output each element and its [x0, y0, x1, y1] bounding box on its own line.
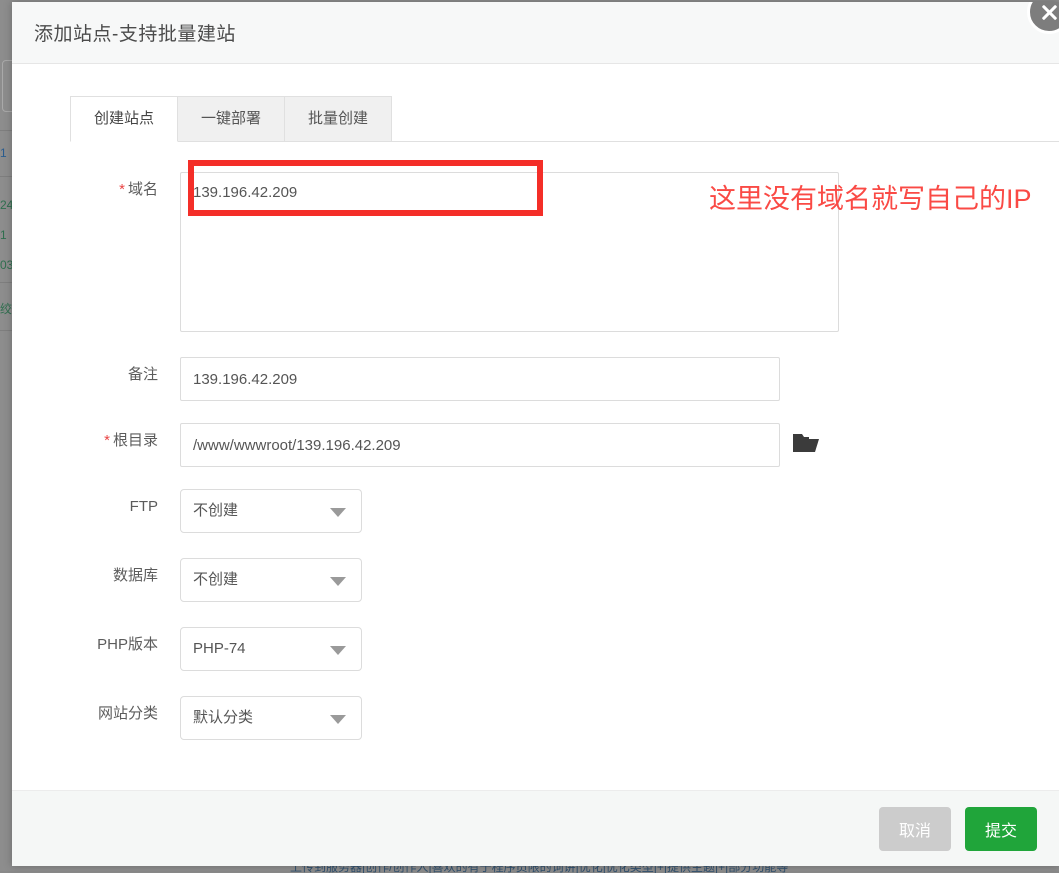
- database-select[interactable]: 不创建: [180, 558, 362, 602]
- tab-batch-create[interactable]: 批量创建: [285, 96, 393, 142]
- ftp-select-value: 不创建: [193, 502, 239, 519]
- background-divider: [0, 130, 12, 131]
- background-left-strip: 1 24 1 03 绞: [0, 0, 12, 871]
- form-row-site-category: 网站分类 默认分类: [12, 696, 1059, 743]
- ftp-select[interactable]: 不创建: [180, 489, 362, 533]
- domain-label: * 域名: [12, 172, 180, 208]
- chevron-down-icon: [330, 715, 346, 724]
- site-category-select-value: 默认分类: [193, 709, 254, 726]
- php-version-label: PHP版本: [97, 636, 158, 653]
- database-field: 不创建: [180, 558, 1059, 605]
- submit-button[interactable]: 提交: [964, 806, 1037, 851]
- dialog-footer: 取消 提交: [12, 790, 1059, 866]
- remark-field: [180, 357, 1059, 401]
- domain-field: [180, 172, 1059, 335]
- form-row-root-dir: * 根目录: [12, 423, 1059, 467]
- root-dir-input[interactable]: [180, 423, 780, 467]
- add-site-dialog: 添加站点-支持批量建站 创建站点 一键部署 批量创建 *域名 备注 *根目录: [12, 2, 1059, 866]
- form-row-domain: * 域名: [12, 172, 1059, 335]
- remark-input[interactable]: [180, 357, 780, 401]
- required-asterisk: *: [104, 432, 110, 449]
- required-asterisk: *: [119, 181, 125, 198]
- root-dir-label: * 根目录: [12, 423, 180, 459]
- tab-bar: 创建站点 一键部署 批量创建: [70, 96, 1059, 142]
- form-row-database: 数据库 不创建: [12, 558, 1059, 605]
- background-text-fragment: 1: [0, 146, 7, 160]
- chevron-down-icon: [330, 577, 346, 586]
- database-label: 数据库: [112, 567, 158, 584]
- background-card: [2, 60, 12, 112]
- tab-one-click-deploy[interactable]: 一键部署: [178, 96, 286, 142]
- background-divider: [0, 282, 12, 283]
- site-category-label: 网站分类: [97, 705, 158, 722]
- root-dir-label-text: 根目录: [112, 432, 158, 449]
- tab-create-site[interactable]: 创建站点: [70, 96, 179, 142]
- background-text-fragment: 03: [0, 258, 12, 272]
- dialog-header: 添加站点-支持批量建站: [12, 2, 1059, 64]
- remark-label: 备注: [127, 366, 158, 383]
- domain-input[interactable]: [180, 172, 839, 332]
- php-version-field: PHP-74: [180, 627, 1059, 674]
- cancel-button[interactable]: 取消: [878, 806, 951, 851]
- form-row-remark: 备注: [12, 357, 1059, 401]
- background-text-fragment: 1: [0, 228, 7, 242]
- php-version-select[interactable]: PHP-74: [180, 627, 362, 671]
- background-text-fragment: 绞: [0, 302, 12, 316]
- ftp-label: FTP: [129, 498, 158, 515]
- background-text-fragment: 24: [0, 198, 12, 212]
- site-category-field: 默认分类: [180, 696, 1059, 743]
- php-version-select-value: PHP-74: [193, 640, 246, 657]
- background-divider: [0, 330, 12, 331]
- ftp-field: 不创建: [180, 489, 1059, 536]
- site-form: *域名 备注 *根目录: [12, 142, 1059, 743]
- folder-open-icon[interactable]: [792, 431, 820, 455]
- domain-label-text: 域名: [127, 181, 158, 198]
- database-select-value: 不创建: [193, 571, 239, 588]
- background-divider: [0, 176, 12, 177]
- form-row-php-version: PHP版本 PHP-74: [12, 627, 1059, 674]
- dialog-title: 添加站点-支持批量建站: [34, 24, 236, 45]
- chevron-down-icon: [330, 646, 346, 655]
- root-dir-field: [180, 423, 1059, 467]
- chevron-down-icon: [330, 508, 346, 517]
- site-category-select[interactable]: 默认分类: [180, 696, 362, 740]
- form-row-ftp: FTP 不创建: [12, 489, 1059, 536]
